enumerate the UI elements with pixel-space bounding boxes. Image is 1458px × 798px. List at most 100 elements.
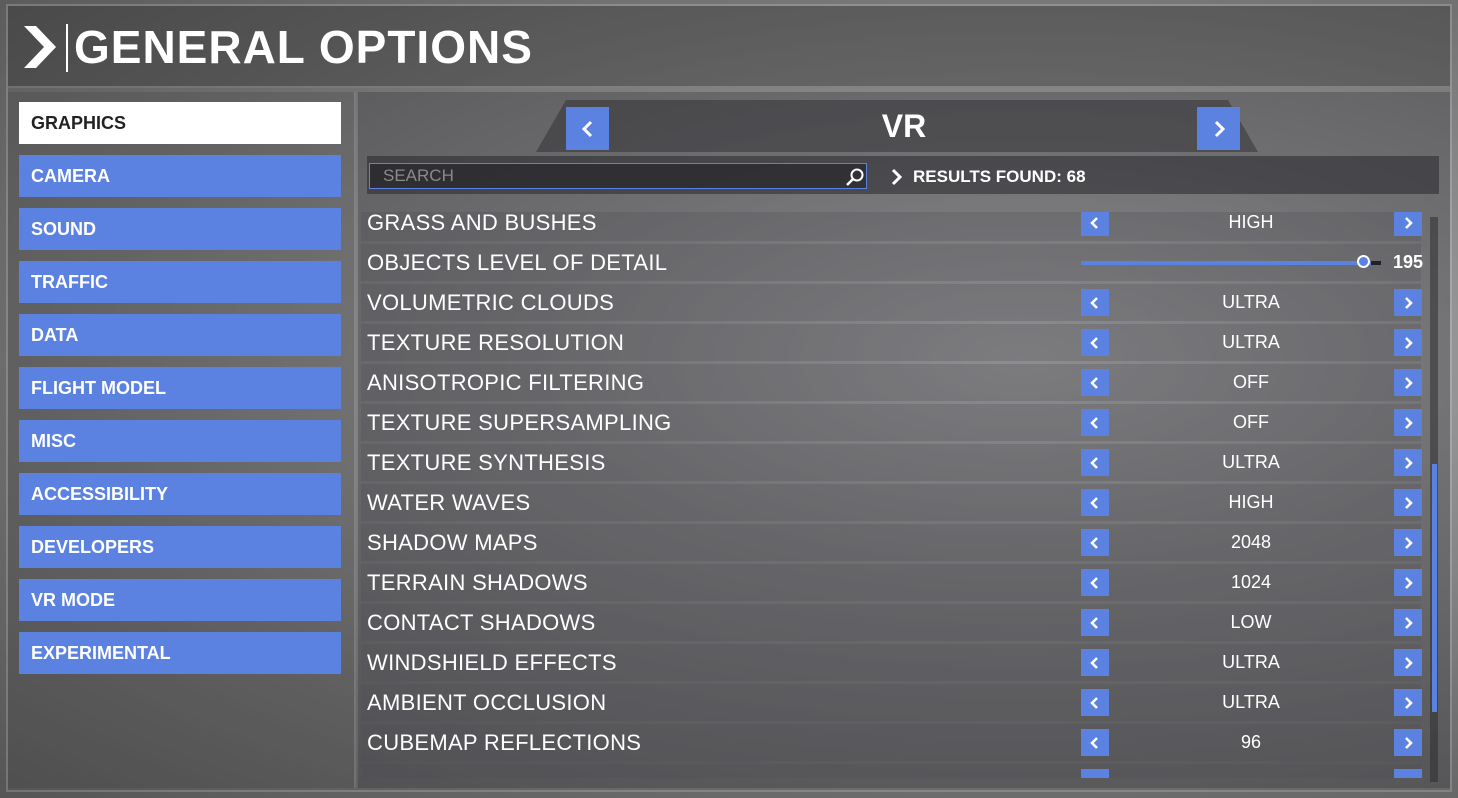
increase-button[interactable]: [1394, 609, 1422, 636]
scrollbar-thumb[interactable]: [1432, 464, 1437, 712]
sidebar-item-sound[interactable]: SOUND: [19, 208, 341, 250]
setting-row-objects-level-of-detail: OBJECTS LEVEL OF DETAIL 195: [361, 244, 1423, 281]
setting-value: HIGH: [1228, 212, 1274, 232]
increase-button[interactable]: [1394, 449, 1422, 476]
sidebar-item-flight-model[interactable]: FLIGHT MODEL: [19, 367, 341, 409]
header-chevron-icon: [24, 26, 56, 68]
setting-label: CUBEMAP REFLECTIONS: [367, 730, 642, 755]
chevron-left-icon: [1090, 216, 1098, 229]
decrease-button[interactable]: [1081, 289, 1109, 316]
decrease-button[interactable]: [1081, 329, 1109, 356]
chevron-left-icon: [1090, 376, 1098, 389]
setting-value: 2048: [1230, 532, 1272, 552]
settings-list: GRASS AND BUSHES HIGH OBJECTS LEVEL OF D…: [358, 212, 1450, 778]
setting-label: WINDSHIELD EFFECTS: [367, 650, 617, 675]
sidebar-item-traffic[interactable]: TRAFFIC: [19, 261, 341, 303]
chevron-right-icon: [1405, 696, 1413, 709]
increase-button[interactable]: [1394, 329, 1422, 356]
chevron-right-icon: [1405, 456, 1413, 469]
sidebar-item-vr-mode[interactable]: VR MODE: [19, 579, 341, 621]
setting-label: ANISOTROPIC FILTERING: [367, 370, 645, 395]
increase-button[interactable]: [1394, 729, 1422, 756]
increase-button[interactable]: [1394, 649, 1422, 676]
chevron-right-icon: [1214, 120, 1225, 137]
setting-row-contact-shadows: CONTACT SHADOWS LOW: [361, 604, 1422, 641]
decrease-button[interactable]: [1081, 369, 1109, 396]
chevron-right-icon: [1405, 416, 1413, 429]
decrease-button[interactable]: [1081, 689, 1109, 716]
increase-button[interactable]: [1394, 212, 1422, 236]
setting-label: WATER WAVES: [367, 490, 531, 515]
next-section-button[interactable]: [1197, 107, 1240, 150]
page-title: GENERAL OPTIONS: [74, 21, 533, 73]
setting-value: ULTRA: [1222, 452, 1280, 472]
setting-row-cubemap-reflections: CUBEMAP REFLECTIONS 96: [361, 724, 1422, 761]
results-count: RESULTS FOUND: 68: [891, 164, 1086, 190]
setting-value: ULTRA: [1222, 652, 1280, 672]
search-icon[interactable]: [845, 167, 865, 187]
setting-label: GRASS AND BUSHES: [367, 212, 597, 235]
chevron-right-icon: [1405, 336, 1413, 349]
chevron-right-icon: [1405, 496, 1413, 509]
slider-track-remaining: [1371, 261, 1381, 265]
setting-row-partial: [361, 764, 1422, 778]
increase-button[interactable]: [1394, 289, 1422, 316]
decrease-button[interactable]: [1081, 769, 1109, 778]
chevron-left-icon: [1090, 656, 1098, 669]
setting-row-ambient-occlusion: AMBIENT OCCLUSION ULTRA: [361, 684, 1422, 721]
slider-value: 195: [1392, 252, 1423, 272]
sidebar-item-experimental[interactable]: EXPERIMENTAL: [19, 632, 341, 674]
chevron-left-icon: [1090, 496, 1098, 509]
sidebar-item-data[interactable]: DATA: [19, 314, 341, 356]
chevron-right-icon: [1405, 376, 1413, 389]
slider-track[interactable]: [1081, 261, 1381, 265]
setting-row-anisotropic-filtering: ANISOTROPIC FILTERING OFF: [361, 364, 1422, 401]
decrease-button[interactable]: [1081, 449, 1109, 476]
decrease-button[interactable]: [1081, 212, 1109, 236]
setting-label: TEXTURE RESOLUTION: [367, 330, 625, 355]
sidebar-item-camera[interactable]: CAMERA: [19, 155, 341, 197]
settings-panel: VR RESULTS FOUND: 68 GRASS AND BUSHES HI…: [358, 92, 1450, 788]
decrease-button[interactable]: [1081, 489, 1109, 516]
sidebar-item-accessibility[interactable]: ACCESSIBILITY: [19, 473, 341, 515]
sidebar-item-graphics[interactable]: GRAPHICS: [19, 102, 341, 144]
setting-row-shadow-maps: SHADOW MAPS 2048: [361, 524, 1422, 561]
search-box[interactable]: [369, 163, 867, 189]
setting-row-water-waves: WATER WAVES HIGH: [361, 484, 1422, 521]
increase-button[interactable]: [1394, 689, 1422, 716]
slider-thumb[interactable]: [1357, 255, 1370, 268]
decrease-button[interactable]: [1081, 409, 1109, 436]
chevron-left-icon: [1090, 416, 1098, 429]
increase-button[interactable]: [1394, 489, 1422, 516]
setting-value: ULTRA: [1222, 332, 1280, 352]
setting-label: TEXTURE SYNTHESIS: [367, 450, 606, 475]
setting-row-volumetric-clouds: VOLUMETRIC CLOUDS ULTRA: [361, 284, 1422, 321]
chevron-right-icon: [1405, 216, 1413, 229]
decrease-button[interactable]: [1081, 609, 1109, 636]
increase-button[interactable]: [1394, 409, 1422, 436]
chevron-left-icon: [1090, 456, 1098, 469]
setting-label: VOLUMETRIC CLOUDS: [367, 290, 615, 315]
setting-value: LOW: [1230, 612, 1272, 632]
setting-label: CONTACT SHADOWS: [367, 610, 596, 635]
increase-button[interactable]: [1394, 569, 1422, 596]
setting-label: AMBIENT OCCLUSION: [367, 690, 607, 715]
decrease-button[interactable]: [1081, 729, 1109, 756]
sidebar-item-misc[interactable]: MISC: [19, 420, 341, 462]
sidebar-item-developers[interactable]: DEVELOPERS: [19, 526, 341, 568]
setting-value: ULTRA: [1222, 692, 1280, 712]
decrease-button[interactable]: [1081, 529, 1109, 556]
decrease-button[interactable]: [1081, 649, 1109, 676]
chevron-left-icon: [1090, 576, 1098, 589]
setting-row-terrain-shadows: TERRAIN SHADOWS 1024: [361, 564, 1422, 601]
decrease-button[interactable]: [1081, 569, 1109, 596]
search-input[interactable]: [383, 166, 833, 186]
setting-label: TERRAIN SHADOWS: [367, 570, 588, 595]
chevron-left-icon: [1090, 616, 1098, 629]
setting-value: 96: [1240, 732, 1262, 752]
increase-button[interactable]: [1394, 529, 1422, 556]
chevron-right-icon: [1405, 296, 1413, 309]
setting-label: TEXTURE SUPERSAMPLING: [367, 410, 672, 435]
increase-button[interactable]: [1394, 369, 1422, 396]
increase-button[interactable]: [1394, 769, 1422, 778]
